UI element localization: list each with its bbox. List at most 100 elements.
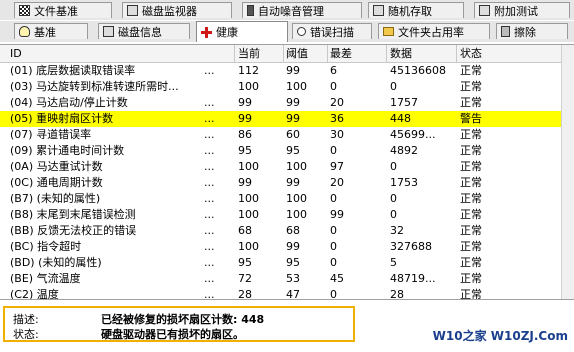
tab-auto-noise[interactable]: 自动噪音管理 bbox=[242, 2, 362, 18]
table-row[interactable]: (09) 累计通电时间计数 95 95 0 4892 正常... bbox=[0, 143, 574, 159]
raw-data-cell: 4892 bbox=[390, 144, 418, 157]
raw-data-cell: 448 bbox=[390, 112, 411, 125]
status-cell: 警告 bbox=[460, 112, 482, 125]
column-header-id[interactable]: ID bbox=[10, 45, 232, 62]
tab-health[interactable]: 健康 bbox=[196, 21, 288, 42]
truncation-ellipsis: ... bbox=[204, 160, 215, 173]
tab-disk-monitor[interactable]: 磁盘监视器 bbox=[122, 2, 232, 18]
tab-error-scan[interactable]: 错误扫描 bbox=[292, 23, 372, 39]
truncation-ellipsis: ... bbox=[204, 272, 215, 285]
table-header: ID 当前 阈值 最差 数据 状态 bbox=[0, 45, 574, 63]
threshold-value-cell: 100 bbox=[286, 160, 307, 173]
attribute-name-cell: (03) 马达旋转到标准转速所需时... bbox=[10, 80, 179, 93]
table-row[interactable]: (05) 重映射扇区计数 99 99 36 448 警告... bbox=[0, 111, 574, 127]
table-row[interactable]: (01) 底层数据读取错误率 112 99 6 45136608 正常... bbox=[0, 63, 574, 79]
table-row[interactable]: (C2) 温度 28 47 0 28 正常... bbox=[0, 287, 574, 300]
table-row[interactable]: (04) 马达启动/停止计数 99 99 20 1757 正常... bbox=[0, 95, 574, 111]
status-label: 状态: bbox=[13, 328, 39, 341]
checker-flag-icon bbox=[19, 5, 30, 16]
raw-data-cell: 48719... bbox=[390, 272, 436, 285]
truncation-ellipsis: ... bbox=[204, 240, 215, 253]
table-row[interactable]: (0C) 通电周期计数 99 99 20 1753 正常... bbox=[0, 175, 574, 191]
column-divider bbox=[327, 45, 328, 62]
status-cell: 正常 bbox=[460, 288, 482, 300]
tab-row-bottom: 基准 磁盘信息 健康 错误扫描 文件夹占用率 擦除 bbox=[0, 21, 574, 42]
tab-label: 健康 bbox=[216, 26, 238, 39]
tab-label: 随机存取 bbox=[388, 4, 432, 18]
threshold-value-cell: 53 bbox=[286, 272, 300, 285]
table-row[interactable]: (BE) 气流温度 72 53 45 48719... 正常... bbox=[0, 271, 574, 287]
tab-benchmark[interactable]: 基准 bbox=[14, 23, 88, 39]
column-header-status[interactable]: 状态 bbox=[460, 45, 500, 62]
attribute-info-panel: 描述: 已经被修复的损坏扇区计数: 448 状态: 硬盘驱动器已有损坏的扇区。 bbox=[3, 306, 355, 342]
health-cross-icon bbox=[201, 26, 212, 38]
tab-label: 附加测试 bbox=[494, 4, 538, 18]
truncation-ellipsis: ... bbox=[204, 224, 215, 237]
tab-folder-usage[interactable]: 文件夹占用率 bbox=[378, 23, 490, 39]
tab-file-benchmark[interactable]: 文件基准 bbox=[14, 2, 112, 18]
threshold-value-cell: 99 bbox=[286, 240, 300, 253]
tab-extra-tests[interactable]: 附加测试 bbox=[474, 2, 570, 18]
current-value-cell: 72 bbox=[238, 272, 252, 285]
watermark: W10之家 W10ZJ.Com bbox=[432, 329, 568, 343]
table-row[interactable]: (0A) 马达重试计数 100 100 97 0 正常... bbox=[0, 159, 574, 175]
table-row[interactable]: (BD) (未知的属性) 95 95 0 5 正常... bbox=[0, 255, 574, 271]
truncation-ellipsis: ... bbox=[204, 144, 215, 157]
current-value-cell: 99 bbox=[238, 96, 252, 109]
threshold-value-cell: 99 bbox=[286, 96, 300, 109]
worst-value-cell: 0 bbox=[330, 144, 337, 157]
raw-data-cell: 45136608 bbox=[390, 64, 446, 77]
current-value-cell: 100 bbox=[238, 160, 259, 173]
raw-data-cell: 5 bbox=[390, 256, 397, 269]
tab-label: 磁盘监视器 bbox=[142, 4, 197, 18]
threshold-value-cell: 99 bbox=[286, 176, 300, 189]
status-cell: 正常 bbox=[460, 160, 482, 173]
attribute-name-cell: (07) 寻道错误率 bbox=[10, 128, 92, 141]
tab-erase[interactable]: 擦除 bbox=[496, 23, 568, 39]
attribute-name-cell: (BE) 气流温度 bbox=[10, 272, 81, 285]
attribute-name-cell: (BD) (未知的属性) bbox=[10, 256, 102, 269]
current-value-cell: 95 bbox=[238, 144, 252, 157]
status-cell: 正常 bbox=[460, 96, 482, 109]
raw-data-cell: 0 bbox=[390, 80, 397, 93]
column-header-threshold[interactable]: 阈值 bbox=[286, 45, 328, 62]
worst-value-cell: 0 bbox=[330, 256, 337, 269]
smart-attributes-table[interactable]: ID 当前 阈值 最差 数据 状态 (01) 底层数据读取错误率 112 99 6 45… bbox=[0, 44, 574, 300]
table-row[interactable]: (BB) 反馈无法校正的错误 68 68 0 32 正常... bbox=[0, 223, 574, 239]
status-value: 硬盘驱动器已有损坏的扇区。 bbox=[101, 328, 244, 341]
attribute-name-cell: (01) 底层数据读取错误率 bbox=[10, 64, 136, 77]
table-row[interactable]: (BC) 指令超时 100 99 0 327688 正常... bbox=[0, 239, 574, 255]
truncation-ellipsis: ... bbox=[204, 288, 215, 300]
vertical-scrollbar[interactable] bbox=[561, 45, 574, 299]
table-row[interactable]: (03) 马达旋转到标准转速所需时... 100 100 0 0 正常 bbox=[0, 79, 574, 95]
worst-value-cell: 20 bbox=[330, 96, 344, 109]
tab-random-access[interactable]: 随机存取 bbox=[368, 2, 464, 18]
tab-label: 自动噪音管理 bbox=[258, 4, 324, 18]
table-row[interactable]: (B8) 末尾到末尾错误检测 100 100 99 0 正常... bbox=[0, 207, 574, 223]
attribute-name-cell: (0C) 通电周期计数 bbox=[10, 176, 103, 189]
current-value-cell: 100 bbox=[238, 240, 259, 253]
threshold-value-cell: 47 bbox=[286, 288, 300, 300]
truncation-ellipsis: ... bbox=[204, 192, 215, 205]
threshold-value-cell: 100 bbox=[286, 208, 307, 221]
table-row[interactable]: (B7) (未知的属性) 100 100 0 0 正常... bbox=[0, 191, 574, 207]
raw-data-cell: 0 bbox=[390, 192, 397, 205]
raw-data-cell: 1753 bbox=[390, 176, 418, 189]
column-header-data[interactable]: 数据 bbox=[390, 45, 454, 62]
tab-disk-info[interactable]: 磁盘信息 bbox=[98, 23, 190, 39]
truncation-ellipsis: ... bbox=[204, 256, 215, 269]
raw-data-cell: 32 bbox=[390, 224, 404, 237]
attribute-name-cell: (B8) 末尾到末尾错误检测 bbox=[10, 208, 136, 221]
column-header-current[interactable]: 当前 bbox=[238, 45, 282, 62]
worst-value-cell: 0 bbox=[330, 240, 337, 253]
table-row[interactable]: (07) 寻道错误率 86 60 30 45699... 正常... bbox=[0, 127, 574, 143]
description-value: 已经被修复的损坏扇区计数: 448 bbox=[101, 313, 265, 326]
column-header-worst[interactable]: 最差 bbox=[330, 45, 386, 62]
truncation-ellipsis: ... bbox=[204, 176, 215, 189]
raw-data-cell: 28 bbox=[390, 288, 404, 300]
truncation-ellipsis: ... bbox=[204, 208, 215, 221]
truncation-ellipsis: ... bbox=[204, 96, 215, 109]
column-divider bbox=[234, 45, 235, 62]
worst-value-cell: 45 bbox=[330, 272, 344, 285]
attribute-name-cell: (B7) (未知的属性) bbox=[10, 192, 101, 205]
